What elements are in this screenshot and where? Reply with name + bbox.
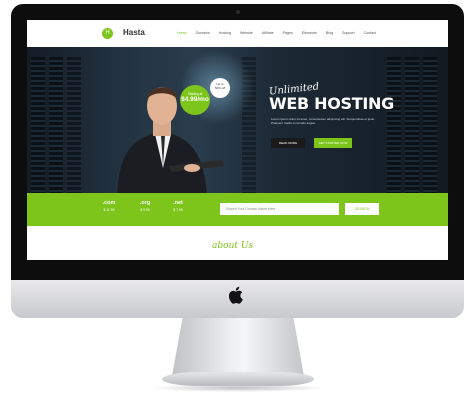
search-button[interactable]: SEARCH [345, 203, 379, 215]
about-heading: about Us [212, 241, 254, 251]
businessman-photo [117, 87, 224, 198]
top-navbar: H Hasta Home Domains Hosting Website Aff… [27, 20, 448, 47]
server-rack [423, 57, 437, 197]
read-more-button[interactable]: READ MORE [271, 138, 305, 148]
hero-description: Lorem ipsum dolor sit amet, consectetuer… [271, 117, 376, 125]
domain-price-org: .org $ 9.99 [134, 200, 156, 212]
nav-item-domains[interactable]: Domains [196, 31, 210, 35]
price-badge: Starting at $4.99/mo [180, 85, 210, 115]
nav-item-affiliate[interactable]: Affiliate [262, 31, 274, 35]
nav-item-website[interactable]: Website [240, 31, 253, 35]
domain-price: $ 9.99 [140, 208, 150, 212]
domain-ext: .com [102, 200, 116, 206]
site-name[interactable]: Hasta [123, 28, 145, 37]
domain-price: $ 11.99 [103, 208, 115, 212]
server-rack [67, 57, 81, 197]
nav-item-pages[interactable]: Pages [283, 31, 293, 35]
hero-title: WEB HOSTING [269, 94, 394, 113]
discount-line2: 50% off [214, 85, 226, 90]
domain-price-net: .net $ 7.99 [167, 200, 189, 212]
nav-item-support[interactable]: Support [342, 31, 355, 35]
nav-menu: Home Domains Hosting Website Affiliate P… [177, 31, 376, 35]
domain-ext: .org [139, 200, 151, 206]
price-value: $4.99/mo [181, 96, 209, 103]
server-rack [405, 57, 419, 197]
monitor-screen: H Hasta Home Domains Hosting Website Aff… [27, 20, 448, 260]
server-rack [49, 57, 63, 197]
server-rack [31, 57, 45, 197]
domain-search-bar: .com $ 11.99 .org $ 9.99 .net $ 7.99 Sea… [27, 193, 448, 226]
domain-search-input[interactable]: Search Your Domain Name Here [220, 203, 339, 215]
nav-item-blog[interactable]: Blog [326, 31, 333, 35]
hero-banner [27, 47, 448, 197]
server-rack [387, 57, 401, 197]
domain-price-com: .com $ 11.99 [98, 200, 120, 212]
domain-price: $ 7.99 [173, 208, 183, 212]
apple-logo-icon [228, 286, 243, 304]
nav-item-home[interactable]: Home [177, 31, 187, 35]
logo-icon[interactable]: H [102, 28, 113, 39]
nav-item-hosting[interactable]: Hosting [219, 31, 231, 35]
nav-item-elements[interactable]: Elements [302, 31, 317, 35]
camera-icon [236, 10, 240, 14]
monitor-stand-base [162, 372, 314, 386]
discount-badge: Up to 50% off [210, 78, 230, 98]
get-started-button[interactable]: GET STARTED NOW [314, 138, 352, 148]
nav-item-contact[interactable]: Contact [364, 31, 376, 35]
domain-ext: .net [173, 200, 183, 206]
monitor-stand-neck [172, 318, 304, 376]
